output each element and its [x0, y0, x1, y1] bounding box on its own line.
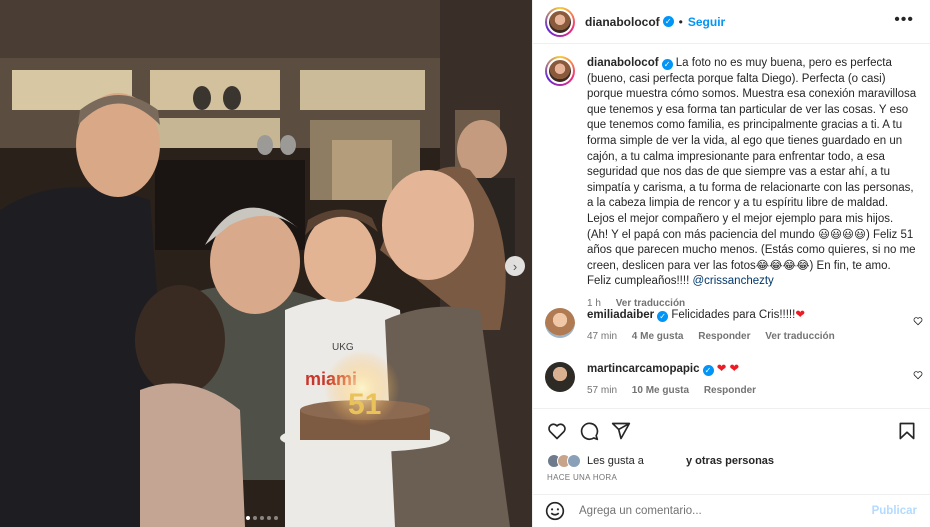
svg-text:UKG: UKG	[332, 342, 354, 353]
comment-time[interactable]: 47 min	[587, 331, 617, 342]
comment-username[interactable]: martincarcamopapic	[587, 363, 700, 375]
carousel-dot	[267, 516, 271, 520]
comment-username[interactable]: emiliadaiber	[587, 309, 654, 321]
follow-button[interactable]: Seguir	[688, 15, 725, 29]
likes-summary[interactable]: Les gusta a y otras personas	[547, 454, 774, 468]
carousel-dot	[274, 516, 278, 520]
caption-username[interactable]: dianabolocof	[587, 57, 659, 69]
caption-text: La foto no es muy buena, pero es perfect…	[587, 57, 917, 288]
post-header: dianabolocof ✓ • Seguir •••	[533, 0, 930, 44]
post-timestamp[interactable]: HACE UNA HORA	[547, 473, 617, 482]
likes-text: Les gusta a y otras personas	[587, 455, 774, 467]
publish-button[interactable]: Publicar	[872, 505, 917, 517]
share-icon[interactable]	[611, 421, 631, 441]
carousel-dots	[246, 516, 278, 520]
verified-icon: ✓	[702, 365, 714, 376]
more-options-icon[interactable]: •••	[894, 12, 914, 28]
emoji-icon[interactable]	[545, 501, 565, 521]
comment-icon[interactable]	[579, 421, 599, 441]
separator-dot: •	[678, 14, 683, 29]
reply-button[interactable]: Responder	[704, 385, 756, 396]
see-translation-link[interactable]: Ver traducción	[765, 331, 834, 342]
likes-text-suffix[interactable]: y otras personas	[686, 455, 774, 467]
avatar[interactable]	[545, 6, 575, 37]
comment-likes[interactable]: 4 Me gusta	[632, 331, 684, 342]
next-photo-button[interactable]: ›	[505, 256, 525, 276]
comment-item: martincarcamopapic ✓ ❤ ❤ 57 min 10 Me gus…	[545, 362, 923, 398]
post-caption: dianabolocof ✓ La foto no es muy buena, p…	[545, 56, 923, 309]
add-comment-bar: Publicar	[533, 494, 930, 527]
comment-text: Felicidades para Cris!!!!!	[671, 309, 796, 321]
liker-avatar	[567, 454, 581, 468]
carousel-dot	[260, 516, 264, 520]
likes-text-prefix: Les gusta a	[587, 455, 644, 467]
avatar[interactable]	[545, 56, 575, 86]
avatar[interactable]	[545, 362, 575, 392]
bookmark-icon[interactable]	[897, 421, 917, 441]
comment-item: emiliadaiber ✓ Felicidades para Cris!!!!!…	[545, 308, 923, 344]
like-comment-heart-icon[interactable]	[913, 370, 923, 380]
like-comment-heart-icon[interactable]	[913, 316, 923, 326]
verified-icon: ✓	[662, 16, 674, 27]
post-side-panel: dianabolocof ✓ • Seguir ••• dianabolocof…	[532, 0, 930, 527]
caption-mention-link[interactable]: @crissanchezty	[692, 275, 773, 287]
comment-time[interactable]: 57 min	[587, 385, 617, 396]
verified-icon: ✓	[657, 311, 669, 322]
avatar[interactable]	[545, 308, 575, 338]
heart-emoji: ❤	[795, 309, 805, 321]
heart-emoji: ❤ ❤	[716, 363, 740, 375]
comment-input[interactable]	[579, 505, 849, 517]
cake-candle-number: 51	[348, 388, 381, 421]
heart-icon[interactable]	[547, 421, 567, 441]
comment-likes[interactable]: 10 Me gusta	[632, 385, 689, 396]
reply-button[interactable]: Responder	[698, 331, 750, 342]
author-username[interactable]: dianabolocof	[585, 15, 660, 29]
verified-icon: ✓	[661, 59, 673, 70]
carousel-dot	[246, 516, 250, 520]
action-bar	[533, 408, 930, 452]
post-photo[interactable]: UKG miami 51 ›	[0, 0, 532, 527]
carousel-dot	[253, 516, 257, 520]
family-birthday-photo: UKG miami 51	[0, 0, 532, 527]
